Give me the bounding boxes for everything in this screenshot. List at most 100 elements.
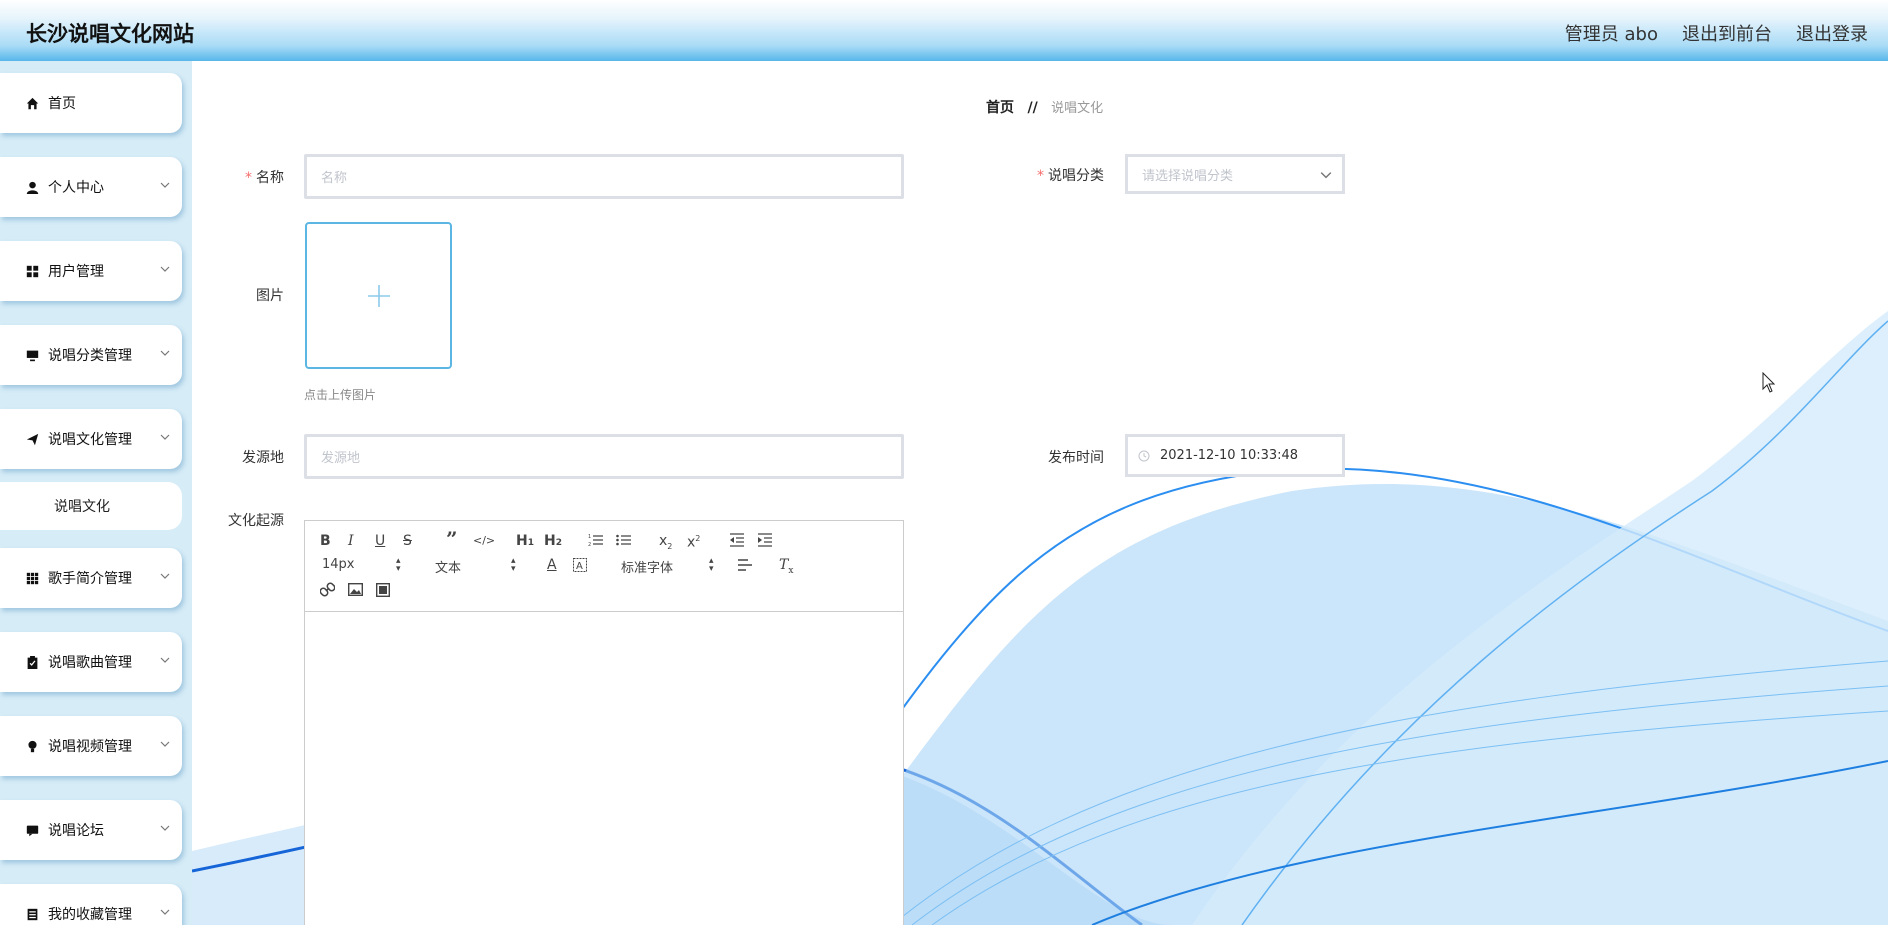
clear-format-icon[interactable]: Tx [779,557,793,579]
sidebar-subitem-label: 说唱文化 [54,499,110,515]
sidebar-item-favorites-management[interactable]: 我的收藏管理 [0,884,182,925]
plus-icon [368,285,390,307]
editor-toolbar: B I U S ” </> H1 H2 12 x2 x2 14px ▴ ▾ 文本 … [305,521,903,612]
origin-placeholder: 发源地 [321,451,361,466]
breadcrumb-home[interactable]: 首页 [986,100,1014,116]
top-right-actions: 管理员 abo 退出到前台 退出登录 [1565,20,1868,46]
sidebar-item-label: 我的收藏管理 [48,907,132,923]
sidebar-item-label: 说唱文化管理 [48,432,132,448]
list-icon [24,906,40,922]
sidebar-item-label: 个人中心 [48,180,104,196]
bullet-list-icon[interactable] [616,533,632,547]
image-icon[interactable] [348,583,363,596]
text-color-icon[interactable]: A [547,557,557,573]
name-input[interactable]: 名称 [304,154,904,199]
site-title: 长沙说唱文化网站 [26,22,194,46]
breadcrumb-current: 说唱文化 [1051,101,1104,116]
publish-time-label: 发布时间 [1048,450,1104,466]
admin-username[interactable]: 管理员 abo [1565,20,1658,46]
rich-text-editor: B I U S ” </> H1 H2 12 x2 x2 14px ▴ ▾ 文本 … [304,520,904,925]
superscript-icon[interactable]: x2 [687,531,700,551]
origin-input[interactable]: 发源地 [304,434,904,479]
grid-icon [24,263,40,279]
chat-icon [24,822,40,838]
monitor-icon [24,347,40,363]
sidebar-item-song-management[interactable]: 说唱歌曲管理 [0,632,182,692]
required-mark: * [1037,168,1044,184]
header-select[interactable]: 文本 ▴ ▾ [435,556,517,577]
indent-icon[interactable] [757,533,773,547]
quote-icon[interactable]: ” [446,529,458,549]
background-color-icon[interactable]: A [573,558,587,572]
sidebar-item-user-management[interactable]: 用户管理 [0,241,182,301]
logout-link[interactable]: 退出登录 [1796,20,1868,46]
category-placeholder: 请选择说唱分类 [1142,168,1234,184]
home-icon [24,95,40,111]
sidebar-item-category-management[interactable]: 说唱分类管理 [0,325,182,385]
font-family-select[interactable]: 标准字体 ▴ ▾ [621,556,717,577]
chevron-down-icon [160,182,170,188]
subscript-icon[interactable]: x2 [659,533,672,555]
clock-icon [1138,450,1150,461]
main-content: 首页 // 说唱文化 * 名称 名称 * 说唱分类 请选择说唱分类 图片 点击上传图… [192,61,1888,925]
publish-time-picker[interactable]: 2021-12-10 10:33:48 [1125,434,1345,477]
chevron-down-icon [160,909,170,915]
culture-origin-label: 文化起源 [228,513,284,529]
mouse-cursor-icon [1762,372,1776,393]
chevron-down-icon [160,573,170,579]
name-placeholder: 名称 [321,171,348,186]
updown-icon: ▴ ▾ [709,556,714,574]
image-uploader[interactable] [305,222,452,369]
sidebar-item-label: 说唱论坛 [48,823,104,839]
video-icon[interactable] [376,583,390,597]
user-icon [24,179,40,195]
bold-icon[interactable]: B [320,533,331,549]
breadcrumb: 首页 // 说唱文化 [986,97,1103,117]
underline-icon[interactable]: U [375,533,385,549]
chevron-down-icon [160,657,170,663]
font-size-select[interactable]: 14px ▴ ▾ [322,556,402,574]
sidebar-item-label: 说唱歌曲管理 [48,655,132,671]
ordered-list-icon[interactable]: 12 [588,533,604,547]
chevron-down-icon [160,266,170,272]
sidebar-item-singer-management[interactable]: 歌手简介管理 [0,548,182,608]
sidebar-item-label: 用户管理 [48,264,104,280]
breadcrumb-separator: // [1027,100,1038,116]
svg-text:1: 1 [588,534,591,540]
sidebar-item-culture-management[interactable]: 说唱文化管理 [0,409,182,469]
updown-icon: ▴ ▾ [396,556,401,574]
publish-time-value: 2021-12-10 10:33:48 [1160,448,1299,463]
exit-to-front-link[interactable]: 退出到前台 [1682,20,1772,46]
sidebar: 首页 个人中心 用户管理 说唱分类管理 说唱文化管理 说唱文化 歌手简介管理 说… [0,61,192,925]
svg-text:A: A [576,561,583,572]
category-select[interactable]: 请选择说唱分类 [1125,154,1345,194]
sidebar-item-forum[interactable]: 说唱论坛 [0,800,182,860]
sidebar-item-home[interactable]: 首页 [0,73,182,133]
header1-icon[interactable]: H1 [516,533,534,551]
sidebar-item-video-management[interactable]: 说唱视频管理 [0,716,182,776]
upload-tip: 点击上传图片 [304,388,377,402]
outdent-icon[interactable] [729,533,745,547]
sidebar-item-label: 首页 [48,96,76,112]
send-icon [24,431,40,447]
bulb-icon [24,738,40,754]
clipboard-icon [24,654,40,670]
sidebar-subitem-culture[interactable]: 说唱文化 [0,482,182,530]
origin-label: 发源地 [242,450,284,466]
sidebar-item-label: 说唱视频管理 [48,739,132,755]
chevron-down-icon [160,741,170,747]
align-icon[interactable] [737,558,753,572]
required-mark: * [245,170,252,186]
sidebar-item-personal-center[interactable]: 个人中心 [0,157,182,217]
svg-text:2: 2 [588,542,591,547]
header2-icon[interactable]: H2 [544,533,562,551]
italic-icon[interactable]: I [348,533,354,549]
chevron-down-icon [1320,172,1332,179]
updown-icon: ▴ ▾ [511,556,516,574]
link-icon[interactable] [320,582,335,597]
strike-icon[interactable]: S [403,533,412,549]
sidebar-item-label: 说唱分类管理 [48,348,132,364]
top-bar: 长沙说唱文化网站 管理员 abo 退出到前台 退出登录 [0,0,1888,61]
chevron-down-icon [160,434,170,440]
code-icon[interactable]: </> [473,533,495,549]
